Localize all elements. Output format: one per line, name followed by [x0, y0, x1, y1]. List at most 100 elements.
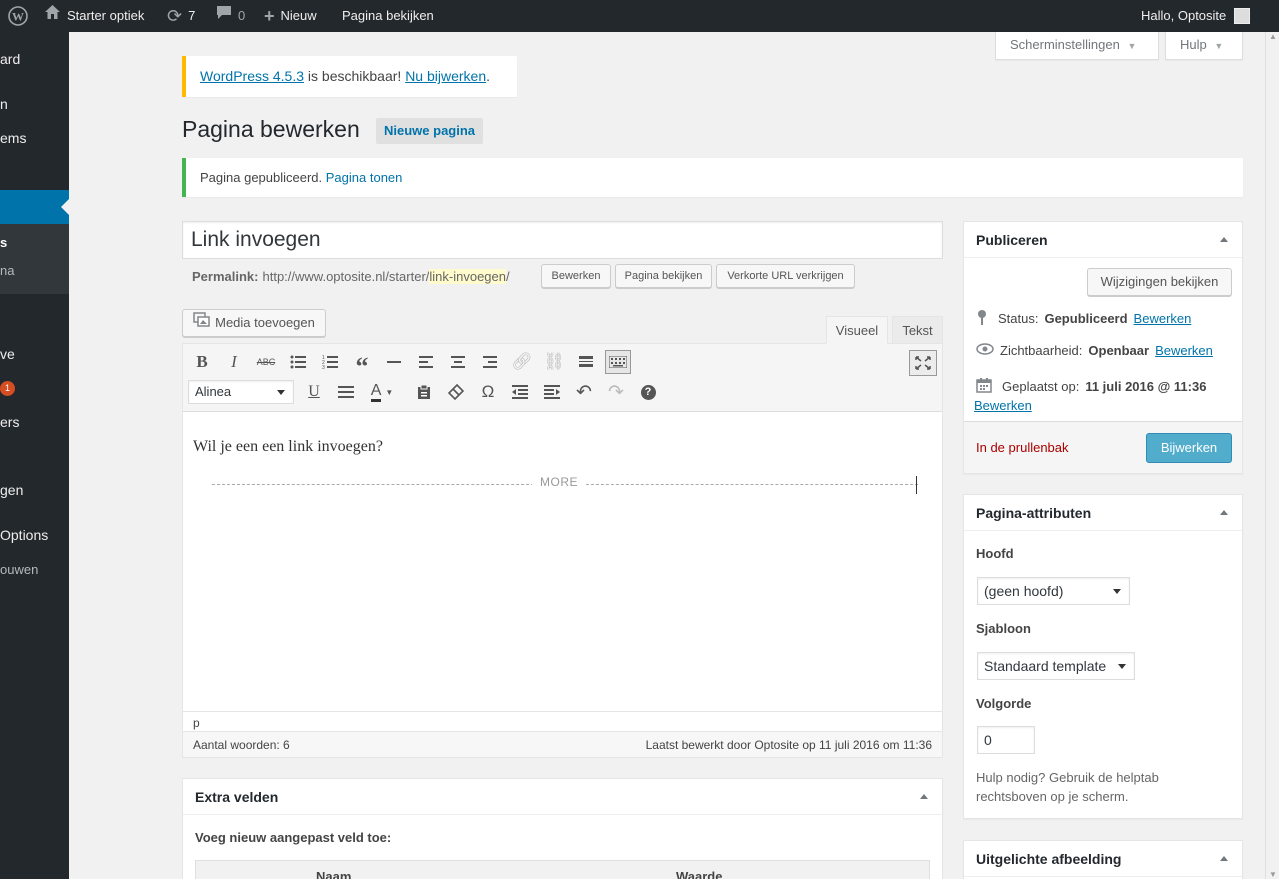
view-page-button[interactable]: Pagina bekijken — [615, 264, 712, 288]
get-shortlink-button[interactable]: Verkorte URL verkrijgen — [716, 264, 855, 288]
edit-status-link[interactable]: Bewerken — [1134, 311, 1192, 326]
permalink-base[interactable]: http://www.optosite.nl/starter/ — [262, 269, 429, 284]
add-media-label: Media toevoegen — [215, 315, 315, 330]
page-title: Pagina bewerken — [182, 116, 360, 142]
update-button[interactable]: Bijwerken — [1146, 433, 1232, 463]
justify-icon[interactable] — [335, 381, 357, 403]
template-select[interactable]: Standaard template — [977, 652, 1135, 680]
editor-path[interactable]: p — [193, 716, 200, 730]
preview-changes-button[interactable]: Wijzigingen bekijken — [1087, 268, 1232, 296]
site-name: Starter optiek — [67, 8, 145, 23]
strikethrough-icon[interactable]: ABC — [255, 351, 277, 373]
bullet-list-icon[interactable] — [287, 351, 309, 373]
post-title-input[interactable]: Link invoegen — [182, 221, 943, 259]
scroll-up-icon[interactable]: ▲ — [1269, 32, 1277, 41]
sidebar-item-collapse[interactable]: ouwen — [0, 562, 38, 577]
horizontal-line-icon[interactable] — [383, 351, 405, 373]
eye-icon — [976, 343, 994, 358]
permalink-slug[interactable]: link-invoegen — [429, 268, 506, 284]
sidebar-active-item[interactable] — [0, 190, 69, 224]
permalink-edit-button[interactable]: Bewerken — [541, 264, 611, 288]
align-center-icon[interactable] — [447, 351, 469, 373]
plus-icon: + — [264, 6, 275, 26]
paste-text-icon[interactable] — [413, 381, 435, 403]
new-content-link[interactable]: + Nieuw — [264, 0, 317, 32]
sidebar-item-5[interactable]: gen — [0, 482, 23, 498]
fullscreen-icon[interactable] — [909, 350, 937, 376]
published-text: Pagina gepubliceerd. — [200, 170, 326, 185]
word-count: Aantal woorden: 6 — [193, 738, 290, 752]
indent-icon[interactable] — [541, 381, 563, 403]
scroll-down-icon[interactable]: ▼ — [1269, 870, 1277, 879]
sidebar-item-3[interactable]: ve — [0, 346, 15, 362]
sidebar-subitem-all[interactable]: s — [0, 235, 7, 250]
featured-image-header[interactable]: Uitgelichte afbeelding — [964, 841, 1242, 877]
page-attributes-box: Pagina-attributen Hoofd (geen hoofd) Sja… — [963, 494, 1243, 819]
help-icon[interactable]: ? — [637, 381, 659, 403]
order-label: Volgorde — [976, 696, 1032, 711]
add-media-button[interactable]: Media toevoegen — [182, 309, 326, 337]
bold-icon[interactable]: B — [191, 351, 213, 373]
toolbar-toggle-icon[interactable] — [605, 350, 631, 374]
format-select-value: Alinea — [195, 384, 232, 399]
collapse-icon[interactable] — [920, 794, 928, 799]
redo-icon[interactable]: ↷ — [605, 381, 627, 403]
sidebar-item-options[interactable]: Options — [0, 527, 48, 543]
outdent-icon[interactable] — [509, 381, 531, 403]
sidebar-item-4[interactable]: ers — [0, 414, 19, 430]
wordpress-logo-icon[interactable]: W — [8, 0, 28, 32]
trash-link[interactable]: In de prullenbak — [976, 440, 1069, 455]
edit-date-link[interactable]: Bewerken — [974, 398, 1032, 413]
page-attributes-header[interactable]: Pagina-attributen — [964, 495, 1242, 531]
format-select[interactable]: Alinea — [188, 380, 294, 404]
tab-text[interactable]: Tekst — [892, 316, 943, 344]
sidebar-item-1[interactable]: n — [0, 96, 8, 112]
new-label: Nieuw — [280, 8, 317, 23]
help-button[interactable]: Hulp ▼ — [1165, 32, 1243, 60]
underline-icon[interactable]: U — [303, 381, 325, 403]
admin-bar: W Starter optiek ⟳ 7 0 + Nieuw Pagina be… — [0, 0, 1279, 32]
edit-visibility-link[interactable]: Bewerken — [1155, 343, 1213, 358]
sidebar-item-2[interactable]: ems — [0, 130, 26, 146]
order-input[interactable]: 0 — [977, 726, 1035, 754]
view-page-link[interactable]: Pagina bekijken — [342, 0, 434, 32]
updates-link[interactable]: ⟳ 7 — [167, 0, 195, 32]
tab-visual[interactable]: Visueel — [826, 316, 888, 344]
site-name-link[interactable]: Starter optiek — [44, 0, 144, 32]
view-page-link[interactable]: Pagina tonen — [326, 170, 403, 185]
unlink-icon[interactable]: ⛓︎ — [543, 351, 565, 373]
italic-icon[interactable]: I — [223, 351, 245, 373]
publish-header[interactable]: Publiceren — [964, 222, 1242, 258]
editor-content-text[interactable]: Wil je een een link invoegen? — [193, 438, 383, 456]
align-left-icon[interactable] — [415, 351, 437, 373]
collapse-icon[interactable] — [1220, 510, 1228, 515]
sidebar-subitem-new[interactable]: na — [0, 263, 14, 278]
align-right-icon[interactable] — [479, 351, 501, 373]
update-now-link[interactable]: Nu bijwerken — [405, 68, 486, 84]
screen-options-button[interactable]: Scherminstellingen ▼ — [995, 32, 1159, 60]
numbered-list-icon[interactable]: 123 — [319, 351, 341, 373]
parent-label: Hoofd — [976, 546, 1014, 561]
custom-fields-header[interactable]: Extra velden — [183, 779, 942, 815]
text-color-icon[interactable]: A ▼ — [367, 381, 397, 403]
comments-count: 0 — [238, 8, 246, 23]
blockquote-icon[interactable]: “ — [351, 351, 373, 380]
comment-icon — [216, 0, 232, 32]
collapse-icon[interactable] — [1220, 237, 1228, 242]
sidebar-item-dashboard[interactable]: ard — [0, 51, 20, 67]
parent-select[interactable]: (geen hoofd) — [977, 577, 1130, 605]
clear-formatting-icon[interactable] — [445, 381, 467, 403]
special-character-icon[interactable]: Ω — [477, 381, 499, 403]
column-value: Waarde — [676, 869, 723, 879]
page-scrollbar[interactable]: ▲ ▼ — [1265, 32, 1279, 879]
undo-icon[interactable]: ↶ — [573, 381, 595, 403]
admin-sidebar: ard n ems s na ve 1 ers gen Options ouwe… — [0, 32, 69, 879]
wordpress-version-link[interactable]: WordPress 4.5.3 — [200, 68, 304, 84]
text-cursor — [916, 476, 917, 494]
comments-link[interactable]: 0 — [216, 0, 245, 32]
read-more-icon[interactable] — [575, 351, 597, 373]
link-icon[interactable]: 🔗︎ — [511, 351, 533, 373]
collapse-icon[interactable] — [1220, 856, 1228, 861]
my-account-link[interactable]: Hallo, Optosite — [1141, 0, 1251, 32]
new-page-button[interactable]: Nieuwe pagina — [376, 118, 484, 144]
